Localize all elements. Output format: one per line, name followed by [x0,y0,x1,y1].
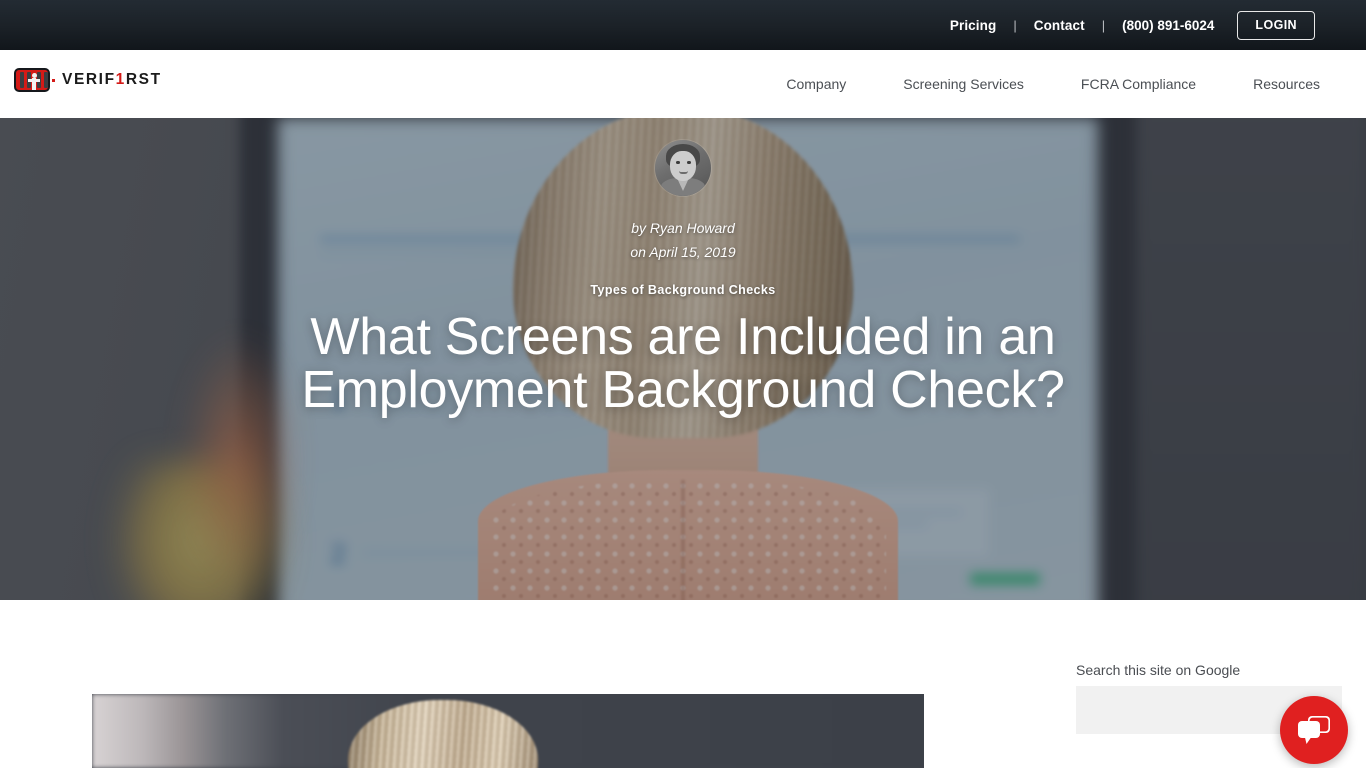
page-title: What Screens are Included in an Employme… [301,308,1065,419]
author-avatar [655,140,711,196]
phone-link[interactable]: (800) 891-6024 [1122,18,1214,33]
post-featured-image [92,694,924,768]
chat-bubbles-icon [1298,716,1330,744]
hero-content: by Ryan Howard on April 15, 2019 Types o… [0,118,1366,600]
chat-widget-button[interactable] [1280,696,1348,764]
pricing-link[interactable]: Pricing [950,18,996,33]
top-utility-bar: Pricing | Contact | (800) 891-6024 LOGIN [0,0,1366,50]
logo-text-after: RST [125,71,162,88]
top-utility-links: Pricing | Contact | (800) 891-6024 LOGIN [950,10,1366,40]
main-navigation: Company Screening Services FCRA Complian… [786,50,1320,118]
nav-item-resources[interactable]: Resources [1253,76,1320,92]
logo-text-before: VERIF [62,71,116,88]
logo-accent-dot [52,78,55,82]
top-separator-1: | [1013,17,1017,33]
nav-item-fcra-compliance[interactable]: FCRA Compliance [1081,76,1196,92]
post-byline: by Ryan Howard on April 15, 2019 [630,216,735,264]
byline-date: on April 15, 2019 [630,244,736,260]
search-label: Search this site on Google [1076,662,1241,678]
nav-item-company[interactable]: Company [786,76,846,92]
logo-text-accent: 1 [115,71,126,88]
hero-banner: 1 2 by Ryan Howard on April 15, 2019 Typ… [0,118,1366,600]
top-separator-2: | [1101,17,1106,33]
login-button[interactable]: LOGIN [1237,10,1315,40]
site-logo[interactable]: VERIF1RST [14,68,162,92]
byline-author: by Ryan Howard [631,220,735,236]
contact-link[interactable]: Contact [1034,18,1085,33]
verifirst-badge-icon [14,68,50,92]
post-category-link[interactable]: Types of Background Checks [590,283,775,297]
nav-item-screening-services[interactable]: Screening Services [903,76,1024,92]
logo-wordmark: VERIF1RST [62,71,162,89]
site-header: VERIF1RST Company Screening Services FCR… [0,50,1366,118]
